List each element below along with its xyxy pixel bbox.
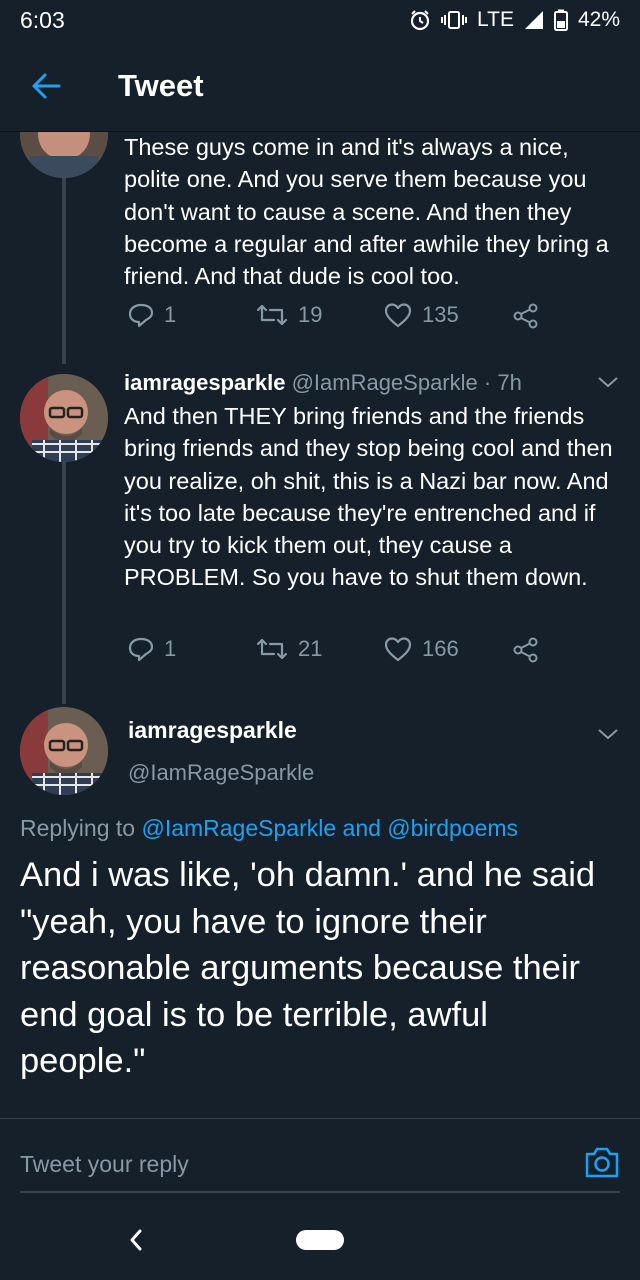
avatar[interactable]	[20, 374, 108, 462]
share-icon	[513, 637, 538, 663]
timestamp: · 7h	[483, 370, 522, 395]
page-title: Tweet	[118, 67, 204, 103]
back-button[interactable]	[0, 40, 92, 132]
thread-connector	[62, 462, 66, 704]
display-name[interactable]: iamragesparkle	[128, 717, 297, 744]
reply-input[interactable]: Tweet your reply	[20, 1151, 584, 1178]
handle[interactable]: @IamRageSparkle	[292, 370, 478, 395]
avatar[interactable]	[20, 707, 108, 795]
focused-tweet-text: And i was like, 'oh damn.' and he said "…	[20, 856, 596, 1080]
tweet-menu-button[interactable]	[596, 374, 620, 395]
thread-tweet-text: And then THEY bring friends and the frie…	[124, 403, 613, 591]
display-name[interactable]: iamragesparkle	[124, 370, 285, 395]
system-nav-bar	[0, 1200, 640, 1280]
signal-icon	[524, 10, 544, 30]
replying-to: Replying to @IamRageSparkle and @birdpoe…	[20, 815, 519, 841]
camera-button[interactable]	[584, 1145, 620, 1184]
divider	[0, 1118, 640, 1119]
reply-underline	[20, 1191, 620, 1193]
like-button[interactable]: 166	[384, 636, 459, 662]
battery-level: 42%	[577, 8, 620, 31]
heart-icon	[384, 637, 412, 662]
app-bar: Tweet	[0, 40, 640, 132]
tweet-meta: iamragesparkle @IamRageSparkle · 7h	[124, 370, 522, 396]
retweet-button[interactable]: 19	[256, 302, 322, 328]
share-button[interactable]	[512, 302, 540, 330]
mention-link[interactable]: @birdpoems	[387, 815, 518, 841]
arrow-left-icon	[32, 73, 61, 98]
handle[interactable]: @IamRageSparkle	[128, 760, 314, 786]
tweet-actions: 1 21 166	[124, 636, 564, 676]
camera-icon	[585, 1147, 619, 1177]
status-time: 6:03	[20, 6, 65, 33]
battery-icon	[553, 9, 568, 31]
nav-home-pill[interactable]	[296, 1230, 344, 1250]
reply-composer[interactable]: Tweet your reply	[20, 1136, 620, 1192]
chevron-down-icon	[598, 729, 618, 740]
tweet-menu-button[interactable]	[596, 726, 620, 747]
share-button[interactable]	[512, 636, 540, 664]
nav-back-button[interactable]	[128, 1226, 144, 1259]
heart-icon	[384, 303, 412, 328]
retweet-button[interactable]: 21	[256, 636, 322, 662]
reply-button[interactable]: 1	[128, 636, 176, 662]
reply-icon	[128, 303, 154, 328]
thread-tweet-text: These guys come in and it's always a nic…	[124, 134, 609, 290]
vibrate-icon	[441, 10, 467, 30]
network-type: LTE	[477, 8, 514, 31]
status-icons: LTE 42%	[409, 8, 620, 32]
tweet-actions: 1 19 135	[124, 302, 564, 342]
chevron-down-icon	[598, 377, 618, 388]
chevron-left-icon	[130, 1229, 142, 1251]
mention-link[interactable]: @IamRageSparkle	[141, 815, 336, 841]
retweet-icon	[256, 638, 288, 660]
like-button[interactable]: 135	[384, 302, 459, 328]
status-bar: 6:03 LTE 42%	[0, 0, 640, 40]
reply-button[interactable]: 1	[128, 302, 176, 328]
alarm-icon	[409, 9, 431, 31]
reply-icon	[128, 637, 154, 662]
retweet-icon	[256, 304, 288, 326]
share-icon	[513, 303, 538, 329]
